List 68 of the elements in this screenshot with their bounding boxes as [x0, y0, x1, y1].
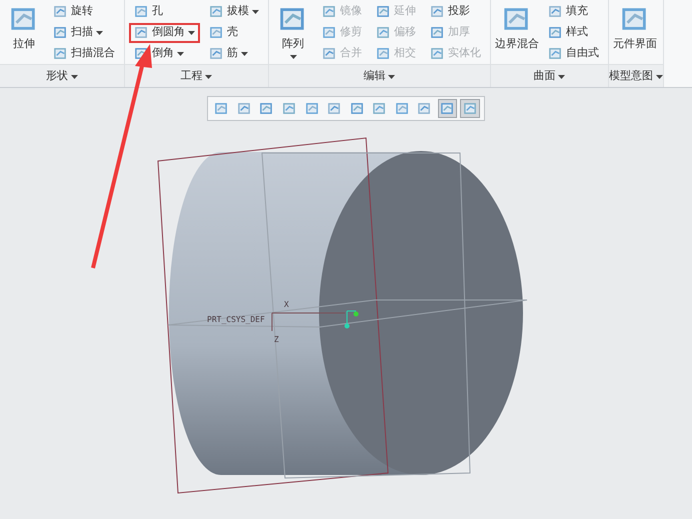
- ribbon-button[interactable]: 拔模: [204, 2, 264, 22]
- ribbon-button[interactable]: 自由式: [543, 44, 604, 64]
- ribbon-button[interactable]: 筋: [204, 44, 264, 64]
- ribbon-button[interactable]: 倒圆角: [129, 22, 200, 42]
- tool-icon: [134, 25, 149, 40]
- tool-icon: [53, 4, 68, 19]
- group-label[interactable]: 工程: [180, 68, 203, 85]
- tool-icon: [259, 101, 274, 116]
- caret-icon: [70, 74, 78, 78]
- tool-icon: [376, 46, 391, 61]
- caret-icon: [241, 52, 248, 56]
- tool-icon: [394, 101, 410, 116]
- ribbon-button[interactable]: 投影: [425, 2, 486, 22]
- view-tool-button[interactable]: [460, 99, 480, 118]
- group-label[interactable]: 形状: [46, 68, 68, 85]
- group-label[interactable]: 曲面: [534, 68, 556, 85]
- caret-icon: [96, 30, 103, 34]
- caret-icon: [252, 10, 259, 14]
- tool-icon: [53, 46, 68, 61]
- ribbon-button[interactable]: 扫描混合: [48, 44, 120, 64]
- ribbon-large-button[interactable]: 边界混合: [495, 0, 539, 64]
- caret-icon: [177, 52, 184, 56]
- ribbon-large-button[interactable]: 拉伸: [4, 0, 44, 64]
- tool-icon: [548, 4, 563, 19]
- tool-icon: [440, 101, 456, 116]
- tool-icon: [327, 101, 342, 116]
- tool-icon: [282, 101, 298, 116]
- ribbon-button[interactable]: 扫描: [48, 22, 120, 42]
- view-tool-button[interactable]: [438, 99, 458, 118]
- ribbon-button[interactable]: 样式: [543, 22, 604, 42]
- tool-icon: [376, 4, 391, 19]
- tool-icon: [209, 46, 224, 61]
- axis-label: Z: [274, 335, 279, 344]
- caret-icon: [205, 74, 212, 78]
- tool-icon: [548, 46, 563, 61]
- tool-icon: [53, 25, 68, 40]
- axis-label: X: [284, 300, 289, 309]
- tool-icon: [322, 4, 337, 19]
- caret-icon: [188, 30, 195, 34]
- tool-icon: [304, 101, 320, 116]
- tool-icon: [417, 101, 432, 116]
- csys-label: PRT_CSYS_DEF: [207, 315, 265, 324]
- group-label[interactable]: 编辑: [364, 68, 386, 85]
- ribbon-large-button[interactable]: 元件界面: [613, 0, 657, 64]
- ribbon-button[interactable]: 孔: [129, 2, 200, 22]
- tool-icon: [209, 4, 224, 19]
- tool-icon: [430, 4, 445, 19]
- ribbon-button[interactable]: 壳: [204, 22, 264, 42]
- caret-icon: [656, 74, 663, 78]
- tool-icon: [548, 25, 563, 40]
- tool-icon: [376, 25, 391, 40]
- ribbon-button[interactable]: 填充: [543, 2, 604, 22]
- tool-icon: [430, 25, 445, 40]
- tool-icon: [134, 4, 149, 19]
- ribbon-large-button[interactable]: 阵列: [273, 0, 313, 64]
- tool-icon: [236, 101, 252, 116]
- tool-icon: [372, 101, 388, 116]
- caret-icon: [558, 74, 566, 78]
- tool-icon: [322, 25, 337, 40]
- tool-icon: [430, 46, 445, 61]
- tool-icon: [322, 46, 337, 61]
- tool-icon: [462, 101, 478, 116]
- tool-icon: [214, 101, 230, 116]
- caret-icon: [388, 74, 396, 78]
- ribbon-button[interactable]: 旋转: [48, 2, 120, 22]
- tool-icon: [350, 101, 365, 116]
- caret-icon: [290, 54, 296, 58]
- tool-icon: [209, 25, 224, 40]
